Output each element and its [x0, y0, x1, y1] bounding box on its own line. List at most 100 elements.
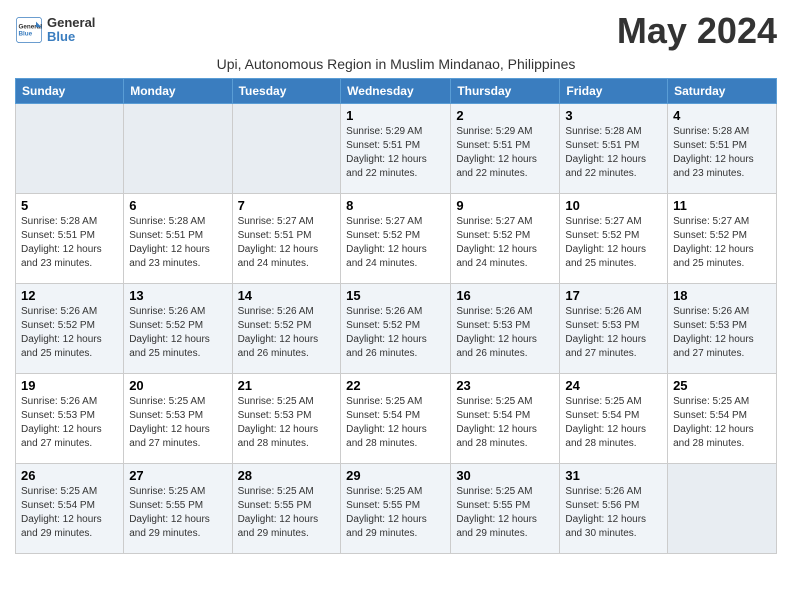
day-number: 2: [456, 108, 554, 123]
day-number: 29: [346, 468, 445, 483]
calendar-cell: 6 Sunrise: 5:28 AM Sunset: 5:51 PM Daylig…: [124, 194, 232, 284]
day-number: 23: [456, 378, 554, 393]
day-info: Sunrise: 5:27 AM Sunset: 5:52 PM Dayligh…: [565, 215, 662, 271]
day-number: 28: [238, 468, 336, 483]
day-number: 20: [129, 378, 226, 393]
day-info: Sunrise: 5:25 AM Sunset: 5:54 PM Dayligh…: [21, 485, 118, 541]
day-info: Sunrise: 5:28 AM Sunset: 5:51 PM Dayligh…: [21, 215, 118, 271]
calendar-cell: 3 Sunrise: 5:28 AM Sunset: 5:51 PM Daylig…: [560, 104, 668, 194]
calendar-cell: 16Sunrise: 5:26 AM Sunset: 5:53 PM Dayli…: [451, 284, 560, 374]
day-info: Sunrise: 5:27 AM Sunset: 5:51 PM Dayligh…: [238, 215, 336, 271]
day-info: Sunrise: 5:26 AM Sunset: 5:52 PM Dayligh…: [346, 305, 445, 361]
day-info: Sunrise: 5:25 AM Sunset: 5:53 PM Dayligh…: [129, 395, 226, 451]
day-info: Sunrise: 5:26 AM Sunset: 5:53 PM Dayligh…: [673, 305, 771, 361]
day-number: 8: [346, 198, 445, 213]
calendar-cell: 7Sunrise: 5:27 AM Sunset: 5:51 PM Daylig…: [232, 194, 341, 284]
column-header-monday: Monday: [124, 79, 232, 104]
day-number: 24: [565, 378, 662, 393]
calendar-cell: 11 Sunrise: 5:27 AM Sunset: 5:52 PM Dayli…: [668, 194, 777, 284]
day-number: 6: [129, 198, 226, 213]
day-number: 19: [21, 378, 118, 393]
calendar-cell: 29 Sunrise: 5:25 AM Sunset: 5:55 PM Dayli…: [341, 464, 451, 554]
day-info: Sunrise: 5:26 AM Sunset: 5:53 PM Dayligh…: [565, 305, 662, 361]
day-info: Sunrise: 5:25 AM Sunset: 5:55 PM Dayligh…: [238, 485, 336, 541]
calendar-cell: 24 Sunrise: 5:25 AM Sunset: 5:54 PM Dayli…: [560, 374, 668, 464]
day-number: 21: [238, 378, 336, 393]
calendar-cell: [16, 104, 124, 194]
calendar-cell: 31Sunrise: 5:26 AM Sunset: 5:56 PM Dayli…: [560, 464, 668, 554]
day-info: Sunrise: 5:25 AM Sunset: 5:54 PM Dayligh…: [565, 395, 662, 451]
calendar-cell: 15 Sunrise: 5:26 AM Sunset: 5:52 PM Dayli…: [341, 284, 451, 374]
calendar-cell: [124, 104, 232, 194]
calendar-cell: 26 Sunrise: 5:25 AM Sunset: 5:54 PM Dayli…: [16, 464, 124, 554]
column-header-tuesday: Tuesday: [232, 79, 341, 104]
calendar-header-row: SundayMondayTuesdayWednesdayThursdayFrid…: [16, 79, 777, 104]
calendar-cell: 13 Sunrise: 5:26 AM Sunset: 5:52 PM Dayli…: [124, 284, 232, 374]
day-info: Sunrise: 5:25 AM Sunset: 5:55 PM Dayligh…: [346, 485, 445, 541]
day-info: Sunrise: 5:26 AM Sunset: 5:53 PM Dayligh…: [21, 395, 118, 451]
day-info: Sunrise: 5:29 AM Sunset: 5:51 PM Dayligh…: [456, 125, 554, 181]
calendar-week-row: 1 Sunrise: 5:29 AM Sunset: 5:51 PM Daylig…: [16, 104, 777, 194]
day-number: 13: [129, 288, 226, 303]
day-number: 15: [346, 288, 445, 303]
day-info: Sunrise: 5:29 AM Sunset: 5:51 PM Dayligh…: [346, 125, 445, 181]
day-number: 5: [21, 198, 118, 213]
column-header-saturday: Saturday: [668, 79, 777, 104]
calendar-cell: 9Sunrise: 5:27 AM Sunset: 5:52 PM Daylig…: [451, 194, 560, 284]
day-number: 17: [565, 288, 662, 303]
day-number: 31: [565, 468, 662, 483]
day-info: Sunrise: 5:27 AM Sunset: 5:52 PM Dayligh…: [346, 215, 445, 271]
day-info: Sunrise: 5:25 AM Sunset: 5:55 PM Dayligh…: [456, 485, 554, 541]
column-header-friday: Friday: [560, 79, 668, 104]
day-info: Sunrise: 5:27 AM Sunset: 5:52 PM Dayligh…: [456, 215, 554, 271]
day-number: 26: [21, 468, 118, 483]
day-number: 18: [673, 288, 771, 303]
logo-icon: General Blue: [15, 16, 43, 44]
day-info: Sunrise: 5:26 AM Sunset: 5:52 PM Dayligh…: [21, 305, 118, 361]
calendar-cell: [668, 464, 777, 554]
day-info: Sunrise: 5:26 AM Sunset: 5:52 PM Dayligh…: [238, 305, 336, 361]
calendar-cell: 17 Sunrise: 5:26 AM Sunset: 5:53 PM Dayli…: [560, 284, 668, 374]
day-number: 27: [129, 468, 226, 483]
day-info: Sunrise: 5:25 AM Sunset: 5:54 PM Dayligh…: [673, 395, 771, 451]
day-number: 1: [346, 108, 445, 123]
day-number: 4: [673, 108, 771, 123]
calendar-cell: 10Sunrise: 5:27 AM Sunset: 5:52 PM Dayli…: [560, 194, 668, 284]
calendar-cell: 8 Sunrise: 5:27 AM Sunset: 5:52 PM Daylig…: [341, 194, 451, 284]
calendar-week-row: 26 Sunrise: 5:25 AM Sunset: 5:54 PM Dayli…: [16, 464, 777, 554]
calendar-cell: 30 Sunrise: 5:25 AM Sunset: 5:55 PM Dayli…: [451, 464, 560, 554]
calendar-cell: 28 Sunrise: 5:25 AM Sunset: 5:55 PM Dayli…: [232, 464, 341, 554]
calendar-cell: 19 Sunrise: 5:26 AM Sunset: 5:53 PM Dayli…: [16, 374, 124, 464]
page-subtitle: Upi, Autonomous Region in Muslim Mindana…: [15, 56, 777, 72]
calendar-cell: 5 Sunrise: 5:28 AM Sunset: 5:51 PM Daylig…: [16, 194, 124, 284]
day-info: Sunrise: 5:27 AM Sunset: 5:52 PM Dayligh…: [673, 215, 771, 271]
calendar-week-row: 19 Sunrise: 5:26 AM Sunset: 5:53 PM Dayli…: [16, 374, 777, 464]
calendar-cell: 18 Sunrise: 5:26 AM Sunset: 5:53 PM Dayli…: [668, 284, 777, 374]
day-number: 30: [456, 468, 554, 483]
calendar-cell: 23Sunrise: 5:25 AM Sunset: 5:54 PM Dayli…: [451, 374, 560, 464]
page-header: General Blue General Blue May 2024: [15, 10, 777, 52]
column-header-sunday: Sunday: [16, 79, 124, 104]
calendar-cell: 12 Sunrise: 5:26 AM Sunset: 5:52 PM Dayli…: [16, 284, 124, 374]
calendar-cell: 21Sunrise: 5:25 AM Sunset: 5:53 PM Dayli…: [232, 374, 341, 464]
svg-text:Blue: Blue: [19, 31, 33, 38]
calendar-week-row: 12 Sunrise: 5:26 AM Sunset: 5:52 PM Dayli…: [16, 284, 777, 374]
calendar-cell: 4Sunrise: 5:28 AM Sunset: 5:51 PM Daylig…: [668, 104, 777, 194]
month-title: May 2024: [617, 10, 777, 52]
column-header-thursday: Thursday: [451, 79, 560, 104]
calendar-cell: 22Sunrise: 5:25 AM Sunset: 5:54 PM Dayli…: [341, 374, 451, 464]
logo: General Blue General Blue: [15, 16, 95, 45]
day-number: 11: [673, 198, 771, 213]
day-number: 3: [565, 108, 662, 123]
day-info: Sunrise: 5:26 AM Sunset: 5:52 PM Dayligh…: [129, 305, 226, 361]
calendar-table: SundayMondayTuesdayWednesdayThursdayFrid…: [15, 78, 777, 554]
calendar-cell: 27Sunrise: 5:25 AM Sunset: 5:55 PM Dayli…: [124, 464, 232, 554]
day-info: Sunrise: 5:28 AM Sunset: 5:51 PM Dayligh…: [129, 215, 226, 271]
calendar-cell: 2 Sunrise: 5:29 AM Sunset: 5:51 PM Daylig…: [451, 104, 560, 194]
calendar-cell: [232, 104, 341, 194]
column-header-wednesday: Wednesday: [341, 79, 451, 104]
day-number: 12: [21, 288, 118, 303]
day-number: 22: [346, 378, 445, 393]
day-info: Sunrise: 5:28 AM Sunset: 5:51 PM Dayligh…: [565, 125, 662, 181]
calendar-cell: 1 Sunrise: 5:29 AM Sunset: 5:51 PM Daylig…: [341, 104, 451, 194]
